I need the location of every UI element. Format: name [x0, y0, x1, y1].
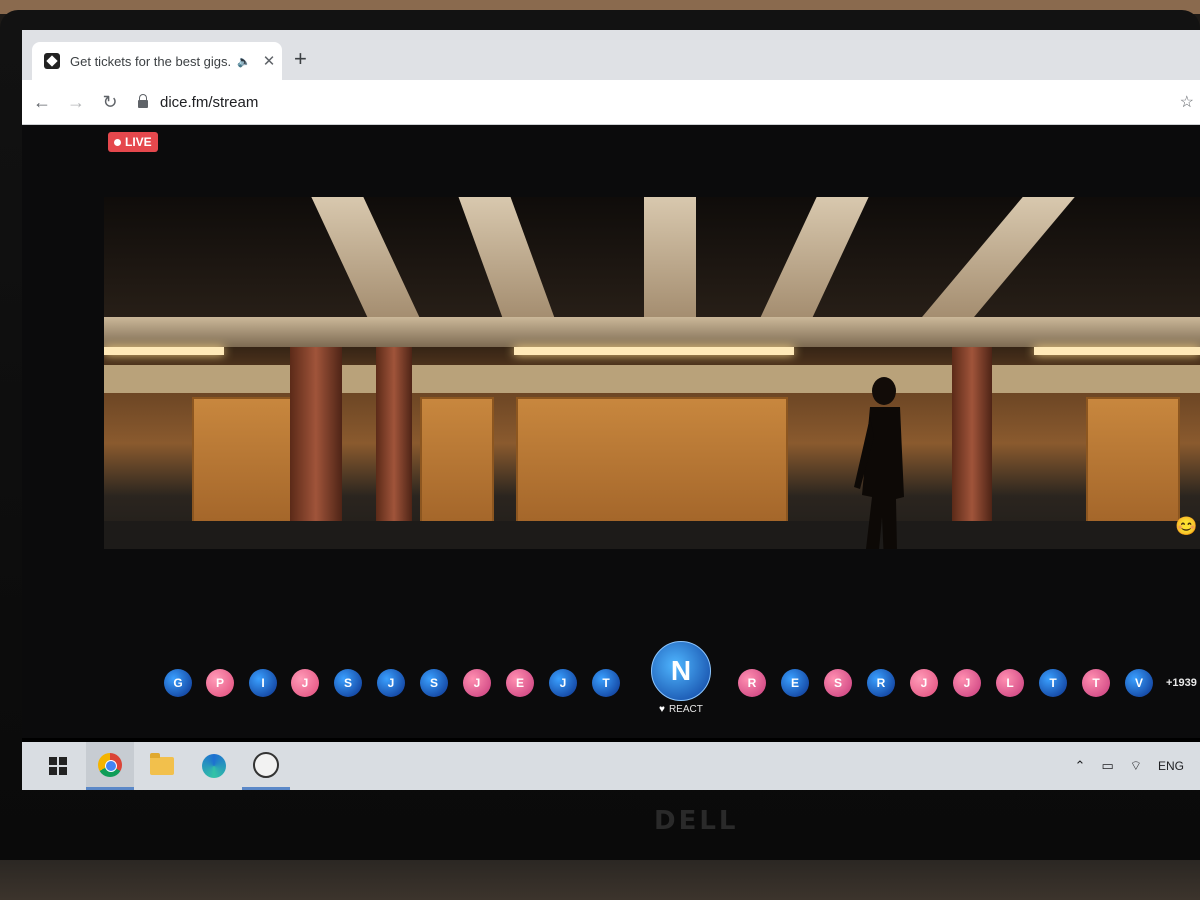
bookmark-star-icon[interactable]: ☆: [1180, 92, 1194, 112]
chrome-icon[interactable]: [86, 742, 134, 790]
viewer-avatar[interactable]: R: [738, 669, 766, 697]
video-floor: [104, 521, 1200, 549]
viewer-avatar[interactable]: E: [506, 669, 534, 697]
forward-button[interactable]: →: [62, 92, 90, 113]
dell-logo: DELL: [654, 806, 739, 836]
battery-icon[interactable]: ▭: [1101, 758, 1113, 774]
tray-chevron-icon[interactable]: ⌃: [1075, 758, 1086, 774]
reload-button[interactable]: ↻: [96, 92, 124, 113]
viewer-avatar[interactable]: G: [164, 669, 192, 697]
viewer-avatar[interactable]: S: [420, 669, 448, 697]
viewer-avatar[interactable]: J: [953, 669, 981, 697]
new-tab-button[interactable]: +: [294, 48, 307, 70]
edge-icon[interactable]: [190, 742, 238, 790]
viewer-avatar[interactable]: S: [824, 669, 852, 697]
viewer-avatar[interactable]: J: [549, 669, 577, 697]
browser-tab[interactable]: Get tickets for the best gigs. 🔈 ✕: [32, 42, 282, 80]
viewer-avatar[interactable]: S: [334, 669, 362, 697]
viewer-avatar[interactable]: J: [463, 669, 491, 697]
file-explorer-icon[interactable]: [138, 742, 186, 790]
live-dot-icon: [114, 138, 121, 146]
stream-page: LIVE G P I J S J S J E J T R E S R J J L…: [22, 125, 1200, 738]
video-door: [516, 397, 788, 525]
video-wall: [104, 365, 1200, 393]
url-text[interactable]: dice.fm/stream: [160, 94, 258, 111]
video-light: [104, 347, 224, 355]
laptop-screen: Get tickets for the best gigs. 🔈 ✕ + ← →…: [22, 30, 1200, 790]
viewer-avatar[interactable]: V: [1125, 669, 1153, 697]
heart-icon: ♥: [659, 704, 665, 715]
reaction-bar: GPIJSJSJEJTRESRJJLTTV N ♥ REACT +1939: [22, 635, 1200, 735]
emoji-reaction-icon[interactable]: 😊: [1175, 516, 1197, 537]
windows-taskbar: ⌃ ▭ ⌔ ENG: [22, 742, 1200, 790]
my-avatar-button[interactable]: N: [651, 641, 711, 701]
wifi-icon[interactable]: ⌔: [1130, 758, 1142, 774]
back-button[interactable]: ←: [28, 92, 56, 113]
viewer-avatar[interactable]: T: [592, 669, 620, 697]
video-door: [1086, 397, 1180, 525]
video-door: [192, 397, 296, 525]
video-door: [420, 397, 494, 525]
video-player[interactable]: [104, 197, 1200, 549]
video-crossbeam: [104, 317, 1200, 347]
react-button[interactable]: ♥ REACT: [659, 704, 703, 715]
viewer-avatar[interactable]: R: [867, 669, 895, 697]
address-bar[interactable]: dice.fm/stream: [138, 87, 1158, 117]
viewer-avatar[interactable]: J: [377, 669, 405, 697]
video-beam: [644, 197, 696, 337]
viewer-avatar[interactable]: L: [996, 669, 1024, 697]
language-indicator[interactable]: ENG: [1158, 759, 1184, 773]
close-icon[interactable]: ✕: [263, 52, 276, 70]
lock-icon[interactable]: [138, 94, 148, 108]
video-light: [1034, 347, 1200, 355]
video-pillar: [952, 347, 992, 547]
video-light: [514, 347, 794, 355]
browser-toolbar: ← → ↻ dice.fm/stream: [22, 80, 1200, 125]
browser-tab-bar: Get tickets for the best gigs. 🔈 ✕ +: [22, 30, 1200, 80]
speaker-icon[interactable]: 🔈: [237, 55, 251, 68]
viewer-avatar[interactable]: T: [1039, 669, 1067, 697]
windows-start-icon[interactable]: [34, 742, 82, 790]
live-badge: LIVE: [108, 132, 158, 152]
laptop-base: [0, 860, 1200, 900]
tab-title: Get tickets for the best gigs.: [70, 53, 232, 69]
silhouette-figure: [854, 377, 904, 549]
live-label: LIVE: [125, 135, 152, 149]
video-pillar: [376, 347, 412, 547]
viewer-avatar[interactable]: P: [206, 669, 234, 697]
viewer-avatar[interactable]: T: [1082, 669, 1110, 697]
dice-app-icon[interactable]: [242, 742, 290, 790]
system-tray: ⌃ ▭ ⌔ ENG: [1075, 742, 1200, 790]
dice-favicon-icon: [44, 53, 60, 69]
react-label: REACT: [668, 704, 703, 715]
viewer-avatar[interactable]: I: [249, 669, 277, 697]
video-pillar: [290, 347, 342, 547]
viewer-count: +1939: [1166, 677, 1197, 689]
viewer-avatar[interactable]: J: [910, 669, 938, 697]
viewer-avatar[interactable]: E: [781, 669, 809, 697]
viewer-avatar[interactable]: J: [291, 669, 319, 697]
